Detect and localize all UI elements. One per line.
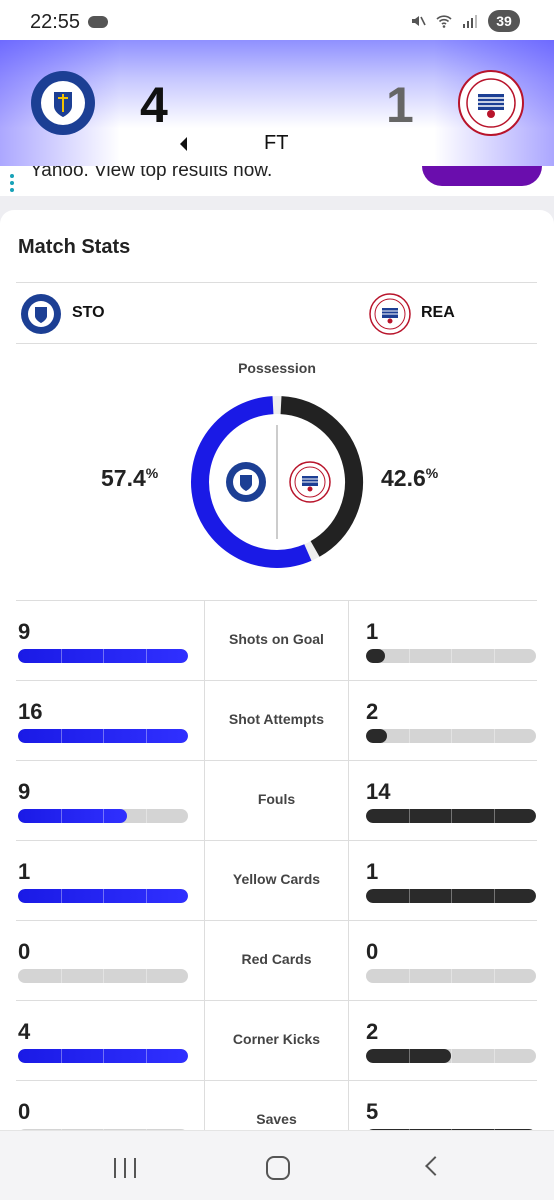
stat-row: 9 Shots on Goal 1 bbox=[16, 600, 537, 681]
away-stat-value: 14 bbox=[366, 779, 391, 804]
divider bbox=[348, 761, 349, 841]
android-nav-bar bbox=[0, 1130, 554, 1200]
divider bbox=[348, 601, 349, 681]
stockport-crest-icon bbox=[21, 294, 61, 334]
away-team-abbr: REA bbox=[421, 304, 455, 321]
divider bbox=[348, 1001, 349, 1081]
status-time: 22:55 bbox=[30, 10, 81, 33]
reading-crest-icon[interactable] bbox=[458, 70, 524, 136]
home-stat-value: 16 bbox=[18, 699, 43, 724]
away-stat-bar bbox=[366, 1049, 536, 1063]
home-stat-bar bbox=[18, 969, 188, 983]
home-stat-value: 1 bbox=[18, 859, 31, 884]
away-stat-bar bbox=[366, 889, 536, 903]
away-stat-value: 1 bbox=[366, 859, 379, 884]
winner-arrow-icon bbox=[180, 137, 187, 151]
away-stat-bar bbox=[366, 729, 536, 743]
score-header: 4 FT 1 bbox=[0, 40, 554, 166]
possession-label: Possession bbox=[238, 360, 316, 376]
stat-name: Corner Kicks bbox=[232, 1031, 321, 1047]
ad-cta-button[interactable] bbox=[422, 166, 542, 186]
away-score: 1 bbox=[386, 77, 414, 133]
home-stat-bar bbox=[18, 889, 188, 903]
stat-name: Shots on Goal bbox=[229, 631, 324, 647]
reading-crest-icon bbox=[289, 461, 331, 503]
away-stat-value: 1 bbox=[366, 619, 379, 644]
home-stat-bar bbox=[18, 809, 188, 823]
possession-home-value: 57.4% bbox=[101, 465, 159, 491]
stat-row: 1 Yellow Cards 1 bbox=[16, 840, 537, 921]
home-icon[interactable] bbox=[266, 1156, 290, 1180]
card-title: Match Stats bbox=[18, 236, 131, 258]
cloud-icon bbox=[88, 16, 109, 28]
reading-crest-icon bbox=[369, 293, 411, 335]
stat-row: 4 Corner Kicks 2 bbox=[16, 1000, 537, 1081]
wifi-icon bbox=[436, 15, 452, 28]
back-icon[interactable] bbox=[425, 1156, 445, 1176]
stat-name: Red Cards bbox=[241, 951, 312, 967]
possession-donut bbox=[191, 396, 363, 568]
stockport-crest-icon[interactable] bbox=[30, 70, 96, 136]
away-stat-value: 5 bbox=[366, 1099, 379, 1124]
home-stat-value: 9 bbox=[18, 779, 31, 804]
away-stat-value: 2 bbox=[366, 1019, 379, 1044]
more-options-icon[interactable] bbox=[10, 174, 14, 194]
stat-row: 0 Red Cards 0 bbox=[16, 920, 537, 1001]
battery-indicator: 39 bbox=[488, 10, 520, 32]
home-stat-bar bbox=[18, 729, 188, 743]
stat-name: Yellow Cards bbox=[232, 871, 321, 887]
ad-banner[interactable]: Yahoo. View top results now. bbox=[0, 166, 554, 196]
ad-text: Yahoo. View top results now. bbox=[30, 166, 273, 181]
match-stats-card: Match Stats STO REA Possession 57.4% 42.… bbox=[0, 210, 554, 1161]
stat-row: 9 Fouls 14 bbox=[16, 760, 537, 841]
home-score: 4 bbox=[140, 77, 168, 133]
divider bbox=[348, 841, 349, 921]
away-stat-value: 0 bbox=[366, 939, 379, 964]
signal-icon bbox=[463, 15, 477, 28]
divider bbox=[348, 921, 349, 1001]
away-stat-bar bbox=[366, 649, 536, 663]
stat-name: Saves bbox=[256, 1111, 297, 1127]
status-icons: 39 bbox=[410, 10, 520, 32]
away-stat-bar bbox=[366, 809, 536, 823]
home-stat-value: 9 bbox=[18, 619, 31, 644]
away-stat-bar bbox=[366, 969, 536, 983]
recent-apps-icon[interactable] bbox=[114, 1158, 136, 1178]
team-row: STO REA bbox=[16, 282, 537, 344]
away-stat-value: 2 bbox=[366, 699, 379, 724]
stats-table: 9 Shots on Goal 1 16 Shot Attempts 2 9 Fouls 14 1… bbox=[16, 600, 537, 1161]
home-stat-value: 0 bbox=[18, 1099, 31, 1124]
home-stat-value: 4 bbox=[18, 1019, 31, 1044]
home-stat-value: 0 bbox=[18, 939, 31, 964]
status-bar: 22:55 39 bbox=[0, 0, 554, 44]
match-status: FT bbox=[264, 132, 289, 154]
stat-name: Shot Attempts bbox=[228, 711, 325, 727]
home-stat-bar bbox=[18, 1049, 188, 1063]
stat-row: 16 Shot Attempts 2 bbox=[16, 680, 537, 761]
possession-away-value: 42.6% bbox=[381, 465, 439, 491]
mute-icon bbox=[412, 16, 426, 26]
stockport-crest-icon bbox=[226, 462, 266, 502]
stat-name: Fouls bbox=[257, 791, 296, 807]
home-stat-bar bbox=[18, 649, 188, 663]
home-team-abbr: STO bbox=[72, 304, 105, 321]
divider bbox=[348, 681, 349, 761]
